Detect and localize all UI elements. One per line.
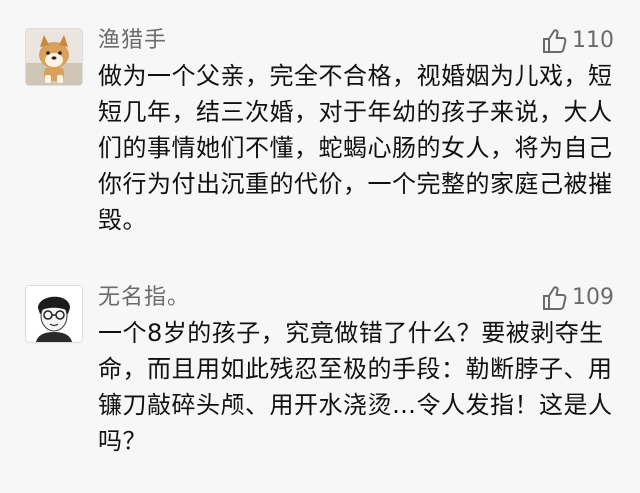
thumbs-up-icon (543, 29, 567, 53)
comment-username[interactable]: 无名指。 (98, 284, 190, 312)
thumbs-up-icon (543, 286, 567, 310)
like-button[interactable]: 109 (540, 284, 614, 312)
comment-text: 做为一个父亲，完全不合格，视婚姻为儿戏，短短几年，结三次婚，对于年幼的孩子来说，… (98, 62, 613, 234)
like-count: 110 (572, 28, 614, 53)
comment-item: 渔猎手 110 做为一个父亲，完全不合格，视婚姻为儿戏，短短几年，结三次婚，对于… (0, 0, 640, 250)
comment-username[interactable]: 渔猎手 (98, 27, 167, 55)
comment-item: 无名指。 109 一个8岁的孩子，究竟做错了什么？要被剥夺生命，而且用如此残忍至… (0, 250, 640, 493)
user-avatar[interactable] (25, 28, 83, 86)
like-count: 109 (572, 285, 614, 310)
shiba-dog-avatar-icon (26, 29, 82, 85)
sketch-portrait-avatar-icon (26, 286, 82, 342)
comment-text: 一个8岁的孩子，究竟做错了什么？要被剥夺生命，而且用如此残忍至极的手段：勒断脖子… (98, 319, 613, 455)
like-button[interactable]: 110 (540, 27, 614, 55)
user-avatar[interactable] (25, 285, 83, 343)
